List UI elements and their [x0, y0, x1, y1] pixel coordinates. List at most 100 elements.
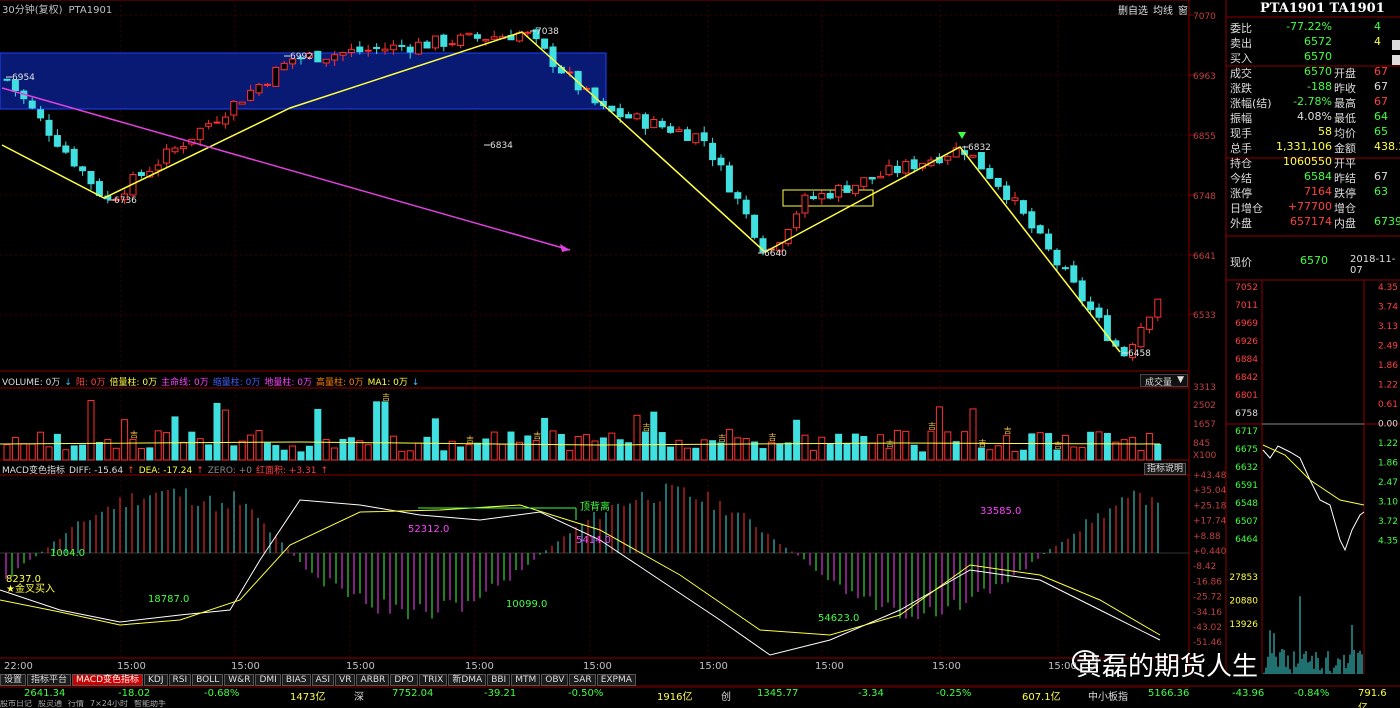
volume-bar	[549, 430, 557, 461]
tab-BBI[interactable]: BBI	[487, 674, 511, 686]
tab-DMI[interactable]: DMI	[255, 674, 281, 686]
indicator-help-button[interactable]: 指标说明	[1144, 463, 1186, 475]
tab-设置[interactable]: 设置	[0, 674, 27, 686]
candle-body	[902, 161, 910, 174]
tab-BOLL[interactable]: BOLL	[192, 674, 224, 686]
macd-legend-item: DIFF: -15.64	[68, 466, 124, 476]
candle-body	[742, 199, 750, 215]
volume-bar	[935, 406, 943, 461]
quote-label: 成交	[1230, 67, 1252, 80]
volume-legend: VOLUME: 0万 ↓ 阳: 0万 倍量柱: 0万 主命线: 0万 缩量柱: 0万 地量柱…	[2, 375, 423, 388]
volume-bar	[927, 430, 935, 461]
candle-body	[28, 100, 36, 109]
mini-left-label: 6675	[1235, 445, 1258, 455]
candle-body	[868, 176, 876, 180]
quote-label-right: 内盘	[1334, 217, 1356, 230]
quote-value: 1,331,106	[1276, 140, 1332, 153]
volume-bar	[482, 438, 490, 461]
tab-ARBR[interactable]: ARBR	[356, 674, 390, 686]
volume-bar	[440, 450, 448, 461]
tab-新DMA[interactable]: 新DMA	[448, 674, 487, 686]
candle-body	[835, 184, 843, 198]
candle-body	[137, 172, 145, 176]
tab-MTM[interactable]: MTM	[511, 674, 541, 686]
candle-body	[473, 34, 481, 39]
volume-bar	[154, 430, 162, 461]
mini-right-label: 1.22	[1378, 439, 1398, 449]
tab-SAR[interactable]: SAR	[569, 674, 596, 686]
bottom-link[interactable]: 智能助手	[134, 700, 166, 708]
tab-ASI[interactable]: ASI	[311, 674, 335, 686]
candle-body	[910, 159, 918, 170]
sz-change: -39.21	[484, 688, 517, 699]
tab-EXPMA[interactable]: EXPMA	[596, 674, 636, 686]
tab-KDJ[interactable]: KDJ	[144, 674, 168, 686]
bottom-link[interactable]: 股灵通	[38, 700, 62, 708]
tab-W&R[interactable]: W&R	[224, 674, 255, 686]
quote-value-right: 4	[1374, 35, 1381, 48]
volume-bar	[986, 449, 994, 461]
volume-bar	[1120, 439, 1128, 461]
quote-value: -2.78%	[1293, 95, 1332, 108]
candle-body	[53, 135, 61, 147]
macd-tick-label: -25.72	[1193, 593, 1222, 603]
volume-bar	[776, 443, 784, 461]
candle-body	[1078, 280, 1086, 302]
period-label[interactable]: 30分钟(复权)	[2, 5, 63, 16]
tab-VR[interactable]: VR	[335, 674, 356, 686]
candle-body	[541, 38, 549, 49]
volume-bar	[608, 432, 616, 461]
quote-row: 卖出 6572 4	[1226, 35, 1400, 50]
bottom-link[interactable]: 行情	[68, 700, 84, 708]
tab-RSI[interactable]: RSI	[168, 674, 192, 686]
volume-bar	[473, 442, 481, 461]
quote-label-right: 开盘	[1334, 67, 1356, 80]
quote-value: 6570	[1304, 65, 1332, 78]
volume-bar	[843, 442, 851, 461]
window-button[interactable]: 窗	[1178, 6, 1188, 17]
quote-label: 涨幅(结)	[1230, 97, 1272, 110]
remove-favorite-button[interactable]: 删自选	[1118, 6, 1148, 17]
bottom-link[interactable]: 7×24小时	[90, 700, 128, 708]
volume-bar	[112, 447, 120, 461]
chevron-down-icon: ▼	[1177, 375, 1184, 385]
quote-value-right: 67	[1374, 95, 1388, 108]
candle-body	[398, 44, 406, 47]
tab-DPO[interactable]: DPO	[390, 674, 418, 686]
date-label: 2018-11-07	[1350, 254, 1396, 276]
bottom-link[interactable]: 股市日记	[0, 700, 32, 708]
cy-index: 1345.77	[757, 688, 799, 699]
volume-bar	[230, 445, 238, 461]
mini-left-label: 6632	[1235, 463, 1258, 473]
volume-bar	[137, 447, 145, 461]
volume-legend-item: 倍量柱: 0万	[109, 378, 158, 388]
tab-OBV[interactable]: OBV	[541, 674, 569, 686]
volume-bar	[759, 448, 767, 461]
candle-body	[213, 121, 221, 124]
price-tick-label: 6748	[1193, 192, 1216, 202]
macd-tick-label: +43.48	[1193, 471, 1227, 481]
macd-annotation: 10099.0	[506, 599, 547, 610]
mini-left-label: 6548	[1235, 499, 1258, 509]
ma-button[interactable]: 均线	[1153, 6, 1173, 17]
sh-pct: -0.68%	[204, 688, 240, 699]
macd-tick-label: +35.04	[1193, 486, 1227, 496]
quote-row: 涨停 7164 跌停 63	[1226, 185, 1400, 200]
tab-TRIX[interactable]: TRIX	[418, 674, 448, 686]
quote-value: 6584	[1304, 170, 1332, 183]
volume-dropdown[interactable]: 成交量 ▼	[1140, 374, 1188, 388]
tab-BIAS[interactable]: BIAS	[281, 674, 311, 686]
tab-MACD变色指标[interactable]: MACD变色指标	[72, 674, 144, 686]
volume-bar	[297, 451, 305, 461]
quote-row: 外盘 657174 内盘 6739	[1226, 215, 1400, 230]
macd-legend-item: ZERO: +0	[207, 466, 252, 476]
volume-bar	[373, 401, 381, 461]
zx-pct: -0.84%	[1294, 688, 1330, 699]
volume-bar	[826, 443, 834, 461]
volume-bar	[667, 446, 675, 461]
candle-body	[860, 177, 868, 187]
volume-bar	[1137, 449, 1145, 461]
candle-body	[616, 108, 624, 118]
tab-指标平台[interactable]: 指标平台	[27, 674, 72, 686]
candle-body	[163, 148, 171, 164]
